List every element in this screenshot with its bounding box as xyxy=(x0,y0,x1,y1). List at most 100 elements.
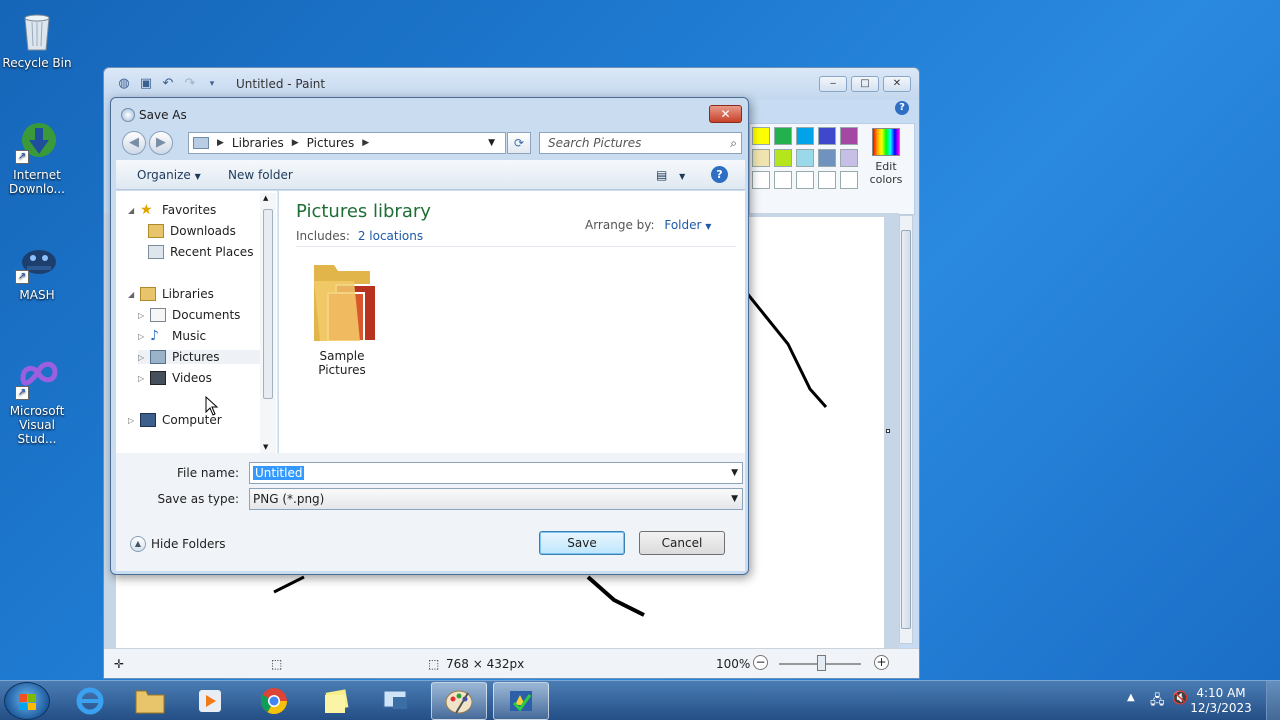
customize-dropdown-icon[interactable]: ▾ xyxy=(204,76,220,92)
breadcrumb-separator-icon[interactable]: ▶ xyxy=(292,138,299,148)
zoom-slider-thumb[interactable] xyxy=(817,655,826,671)
help-icon[interactable]: ? xyxy=(711,166,728,183)
desktop-icon-mash[interactable]: ↗ MASH xyxy=(0,240,74,302)
taskbar-app-active[interactable] xyxy=(493,682,549,720)
start-button[interactable] xyxy=(4,682,50,720)
nav-documents[interactable]: ▷ Documents xyxy=(138,308,240,322)
collapse-arrow-icon[interactable]: ◢ xyxy=(128,206,138,215)
expand-arrow-icon[interactable]: ▷ xyxy=(138,353,148,362)
arrange-label: Arrange by: xyxy=(585,218,655,232)
folder-item[interactable]: Sample Pictures xyxy=(297,255,387,377)
window-controls: ‒ □ ✕ xyxy=(819,76,911,92)
back-button[interactable]: ◀ xyxy=(122,131,146,155)
collapse-arrow-icon[interactable]: ◢ xyxy=(128,290,138,299)
nav-downloads[interactable]: Downloads xyxy=(148,224,236,238)
color-swatch[interactable] xyxy=(818,171,836,189)
view-options-button[interactable]: ▤ ▼ xyxy=(656,168,685,182)
scroll-up-icon[interactable]: ▲ xyxy=(263,194,268,202)
search-input[interactable]: Search Pictures ⌕ xyxy=(539,132,742,154)
color-swatch[interactable] xyxy=(752,127,770,145)
taskbar-media-player[interactable] xyxy=(182,682,238,720)
expand-arrow-icon[interactable]: ▷ xyxy=(138,332,148,341)
expand-arrow-icon[interactable]: ▷ xyxy=(128,416,138,425)
minimize-button[interactable]: ‒ xyxy=(819,76,847,92)
scrollbar-thumb[interactable] xyxy=(901,230,911,629)
taskbar-chrome[interactable] xyxy=(246,682,302,720)
taskbar-file-explorer[interactable] xyxy=(122,682,178,720)
color-swatch[interactable] xyxy=(774,127,792,145)
nav-libraries[interactable]: ◢ Libraries xyxy=(128,287,214,301)
dialog-close-button[interactable]: ✕ xyxy=(709,105,742,123)
edit-colors-button[interactable]: Edit colors xyxy=(864,128,908,186)
locations-link[interactable]: 2 locations xyxy=(358,229,423,243)
color-swatch[interactable] xyxy=(796,149,814,167)
new-folder-button[interactable]: New folder xyxy=(228,168,293,182)
color-swatch[interactable] xyxy=(818,127,836,145)
file-name-input[interactable]: Untitled ▼ xyxy=(249,462,743,484)
save-icon[interactable]: ▣ xyxy=(138,76,154,92)
redo-icon[interactable]: ↷ xyxy=(182,76,198,92)
cancel-button[interactable]: Cancel xyxy=(639,531,725,555)
nav-pane-scrollbar[interactable]: ▲ ▼ xyxy=(260,193,276,453)
organize-button[interactable]: Organize ▼ xyxy=(137,168,201,182)
undo-icon[interactable]: ↶ xyxy=(160,76,176,92)
save-button[interactable]: Save xyxy=(539,531,625,555)
nav-scrollbar-thumb[interactable] xyxy=(263,209,273,399)
paint-app-icon[interactable]: ◍ xyxy=(116,76,132,92)
vertical-scrollbar[interactable] xyxy=(899,215,913,644)
breadcrumb-libraries[interactable]: Libraries xyxy=(232,136,284,150)
address-bar[interactable]: ▶ Libraries ▶ Pictures ▶ ▼ xyxy=(188,132,506,154)
search-icon[interactable]: ⌕ xyxy=(730,133,737,153)
color-swatch[interactable] xyxy=(796,127,814,145)
nav-pictures[interactable]: ▷ Pictures xyxy=(138,350,266,364)
color-swatch[interactable] xyxy=(840,171,858,189)
show-hidden-icons-icon[interactable]: ▲ xyxy=(1127,692,1135,703)
file-name-dropdown-icon[interactable]: ▼ xyxy=(731,463,738,483)
taskbar-paint[interactable] xyxy=(431,682,487,720)
save-as-type-select[interactable]: PNG (*.png) ▼ xyxy=(249,488,743,510)
refresh-button[interactable]: ⟳ xyxy=(507,132,531,154)
zoom-out-button[interactable]: − xyxy=(753,655,768,670)
color-swatch[interactable] xyxy=(752,171,770,189)
breadcrumb-pictures[interactable]: Pictures xyxy=(307,136,355,150)
nav-videos[interactable]: ▷ Videos xyxy=(138,371,212,385)
hide-folders-button[interactable]: ▲ Hide Folders xyxy=(130,536,226,552)
clock[interactable]: 4:10 AM 12/3/2023 xyxy=(1186,686,1256,716)
zoom-in-button[interactable]: + xyxy=(874,655,889,670)
color-swatch[interactable] xyxy=(840,149,858,167)
resize-handle[interactable] xyxy=(886,429,890,433)
nav-favorites[interactable]: ◢ ★ Favorites xyxy=(128,203,216,217)
breadcrumb-separator-icon[interactable]: ▶ xyxy=(217,138,224,148)
nav-recent-places[interactable]: Recent Places xyxy=(148,245,253,259)
expand-arrow-icon[interactable]: ▷ xyxy=(138,311,148,320)
color-swatch[interactable] xyxy=(840,127,858,145)
taskbar-sticky-notes[interactable] xyxy=(308,682,364,720)
paint-statusbar: ✛ ⬚ ⬚ 768 × 432px 100% − + xyxy=(104,648,919,678)
taskbar-app[interactable] xyxy=(368,682,424,720)
nav-music[interactable]: ▷ ♪ Music xyxy=(138,329,206,343)
scroll-down-icon[interactable]: ▼ xyxy=(263,443,268,451)
address-dropdown-icon[interactable]: ▼ xyxy=(488,133,495,153)
breadcrumb-separator-icon[interactable]: ▶ xyxy=(362,138,369,148)
color-swatch[interactable] xyxy=(796,171,814,189)
organize-label: Organize xyxy=(137,168,191,182)
desktop-icon-internet-download[interactable]: ↗ Internet Downlo... xyxy=(0,120,74,196)
system-tray: ▲ 🖧 🔇 4:10 AM 12/3/2023 xyxy=(1110,681,1280,720)
collapse-up-icon: ▲ xyxy=(130,536,146,552)
show-desktop-button[interactable] xyxy=(1266,681,1280,720)
arrange-by-dropdown[interactable]: Folder ▼ xyxy=(664,218,711,232)
color-swatch[interactable] xyxy=(774,171,792,189)
maximize-button[interactable]: □ xyxy=(851,76,879,92)
desktop-icon-recycle-bin[interactable]: Recycle Bin xyxy=(0,8,74,70)
color-swatch[interactable] xyxy=(774,149,792,167)
color-swatch[interactable] xyxy=(818,149,836,167)
forward-button[interactable]: ▶ xyxy=(149,131,173,155)
network-icon[interactable]: 🖧 xyxy=(1150,691,1165,713)
taskbar-internet-explorer[interactable] xyxy=(62,682,118,720)
expand-arrow-icon[interactable]: ▷ xyxy=(138,374,148,383)
close-button[interactable]: ✕ xyxy=(883,76,911,92)
help-icon[interactable]: ? xyxy=(895,101,909,115)
desktop-icon-visual-studio[interactable]: ↗ Microsoft Visual Stud... xyxy=(0,356,74,446)
color-swatch[interactable] xyxy=(752,149,770,167)
save-type-dropdown-icon[interactable]: ▼ xyxy=(731,489,738,509)
